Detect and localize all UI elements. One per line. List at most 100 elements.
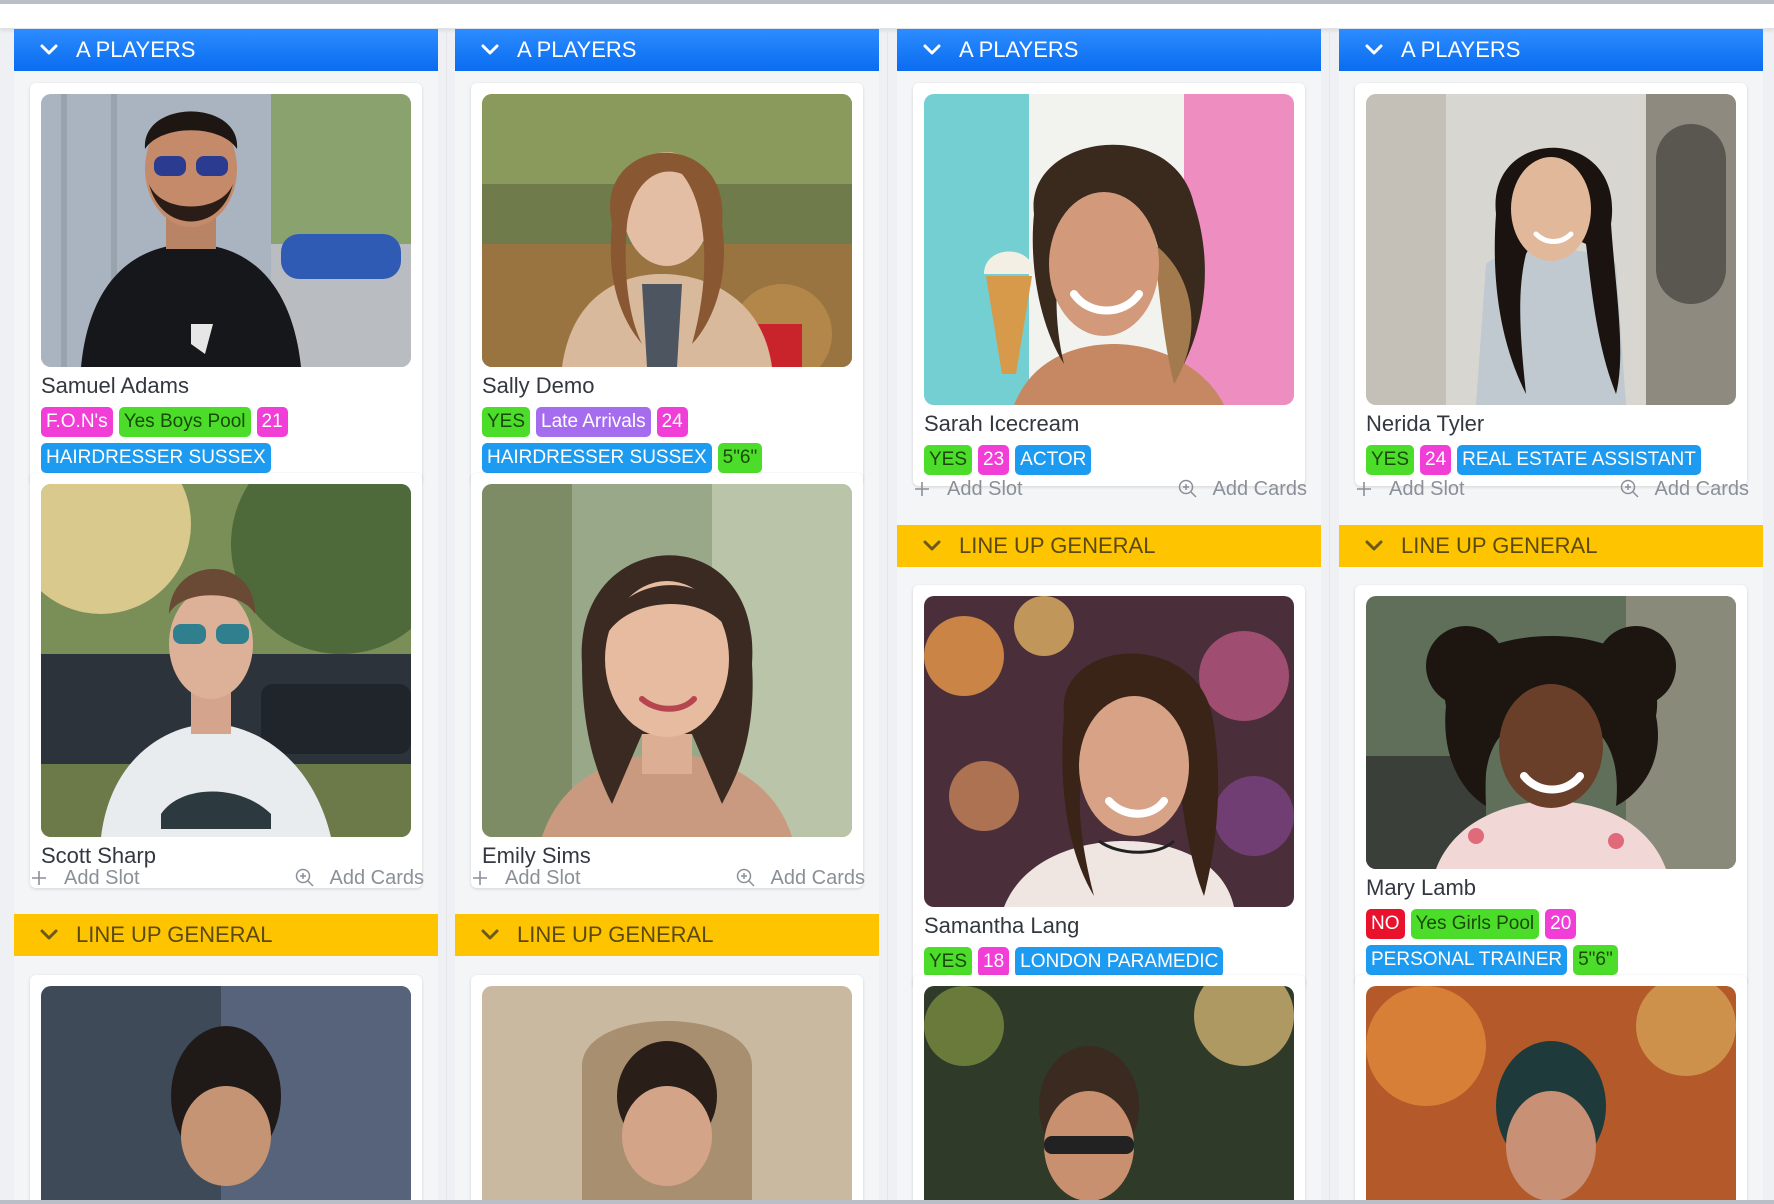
- group-header-a-players[interactable]: A PLAYERS: [897, 29, 1321, 71]
- tag[interactable]: HAIRDRESSER SUSSEX: [482, 443, 712, 473]
- player-photo: [41, 484, 411, 837]
- add-slot-button[interactable]: Add Slot: [911, 478, 1023, 501]
- group-title: LINE UP GENERAL: [517, 922, 714, 947]
- chevron-down-icon[interactable]: [479, 39, 501, 61]
- tag[interactable]: 24: [656, 407, 688, 437]
- player-card[interactable]: Nerida Tyler YES 24 REAL ESTATE ASSISTAN…: [1355, 83, 1747, 486]
- group-header-a-players[interactable]: A PLAYERS: [14, 29, 438, 71]
- player-photo: [924, 596, 1294, 907]
- tag[interactable]: 20: [1545, 909, 1577, 939]
- player-card[interactable]: Mary Lamb NO Yes Girls Pool 20 PERSONAL …: [1355, 585, 1747, 986]
- add-cards-button[interactable]: Add Cards: [294, 866, 425, 890]
- player-name: Nerida Tyler: [1366, 411, 1485, 436]
- group-title: LINE UP GENERAL: [959, 533, 1156, 558]
- tag[interactable]: 5"6": [1573, 945, 1618, 975]
- group-header-line-up-general[interactable]: LINE UP GENERAL: [1339, 525, 1763, 567]
- player-photo: [1366, 94, 1736, 405]
- chevron-down-icon[interactable]: [921, 535, 943, 557]
- group-header-line-up-general[interactable]: LINE UP GENERAL: [897, 525, 1321, 567]
- tag[interactable]: 5"6": [717, 443, 763, 473]
- zoom-in-icon: [294, 867, 316, 889]
- player-name: Sarah Icecream: [924, 411, 1080, 436]
- group-title: A PLAYERS: [1401, 37, 1521, 62]
- chevron-down-icon[interactable]: [921, 39, 943, 61]
- chevron-down-icon[interactable]: [38, 924, 60, 946]
- add-slot-label: Add Slot: [947, 477, 1023, 500]
- group-header-line-up-general[interactable]: LINE UP GENERAL: [14, 914, 438, 956]
- player-card[interactable]: [1355, 975, 1747, 1200]
- tag-list: NO Yes Girls Pool 20 PERSONAL TRAINER 5"…: [1366, 909, 1736, 975]
- add-cards-button[interactable]: Add Cards: [1619, 477, 1750, 501]
- player-card[interactable]: Sarah Icecream YES 23 ACTOR: [913, 83, 1305, 486]
- add-cards-label: Add Cards: [770, 866, 866, 889]
- top-bar: [0, 4, 1774, 29]
- tag[interactable]: HAIRDRESSER SUSSEX: [41, 443, 271, 473]
- chevron-down-icon[interactable]: [479, 924, 501, 946]
- column-actions: Add Slot Add Cards: [897, 469, 1321, 509]
- player-name: Sally Demo: [482, 373, 595, 398]
- column-divider: [1329, 29, 1330, 1200]
- player-card[interactable]: Samuel Adams F.O.N's Yes Boys Pool 21 HA…: [30, 83, 422, 484]
- tag[interactable]: F.O.N's: [41, 407, 113, 437]
- player-photo: [41, 94, 411, 367]
- group-title: LINE UP GENERAL: [1401, 533, 1598, 558]
- add-slot-button[interactable]: Add Slot: [1353, 478, 1465, 501]
- tag[interactable]: 18: [978, 947, 1010, 977]
- board-column-3: A PLAYERS Sarah Icecream YES 23 ACTOR Ad…: [897, 29, 1321, 1200]
- tag[interactable]: Yes Girls Pool: [1410, 909, 1540, 939]
- plus-icon: [911, 478, 933, 500]
- add-cards-label: Add Cards: [329, 866, 425, 889]
- player-name: Samuel Adams: [41, 373, 189, 398]
- player-card[interactable]: Sally Demo YES Late Arrivals 24 HAIRDRES…: [471, 83, 863, 484]
- player-photo: [1366, 596, 1736, 869]
- tag[interactable]: Late Arrivals: [536, 407, 651, 437]
- column-actions: Add Slot Add Cards: [14, 858, 438, 898]
- player-photo: [482, 94, 852, 367]
- player-card[interactable]: Samantha Lang YES 18 LONDON PARAMEDIC: [913, 585, 1305, 988]
- column-actions: Add Slot Add Cards: [455, 858, 879, 898]
- group-header-a-players[interactable]: A PLAYERS: [1339, 29, 1763, 71]
- player-photo: [924, 94, 1294, 405]
- player-card[interactable]: [913, 975, 1305, 1200]
- tag[interactable]: NO: [1366, 909, 1405, 939]
- player-card[interactable]: Emily Sims: [471, 473, 863, 888]
- chevron-down-icon[interactable]: [38, 39, 60, 61]
- tag[interactable]: Yes Boys Pool: [118, 407, 251, 437]
- board-column-4: A PLAYERS Nerida Tyler YES 24 REAL ESTAT…: [1339, 29, 1763, 1200]
- tag-list: F.O.N's Yes Boys Pool 21 HAIRDRESSER SUS…: [41, 407, 411, 473]
- plus-icon: [1353, 478, 1375, 500]
- add-slot-button[interactable]: Add Slot: [469, 867, 581, 890]
- player-card[interactable]: Scott Sharp: [30, 473, 422, 888]
- player-photo: [1366, 986, 1736, 1200]
- add-slot-label: Add Slot: [64, 866, 140, 889]
- add-cards-label: Add Cards: [1654, 477, 1750, 500]
- tag[interactable]: YES: [924, 947, 973, 977]
- group-title: A PLAYERS: [959, 37, 1079, 62]
- tag-list: YES 18 LONDON PARAMEDIC: [924, 947, 1294, 977]
- group-header-a-players[interactable]: A PLAYERS: [455, 29, 879, 71]
- tag[interactable]: LONDON PARAMEDIC: [1015, 947, 1224, 977]
- tag[interactable]: PERSONAL TRAINER: [1366, 945, 1568, 975]
- player-name: Samantha Lang: [924, 913, 1080, 938]
- chevron-down-icon[interactable]: [1363, 39, 1385, 61]
- add-cards-label: Add Cards: [1212, 477, 1308, 500]
- tag[interactable]: YES: [482, 407, 531, 437]
- player-photo: [482, 484, 852, 837]
- add-cards-button[interactable]: Add Cards: [735, 866, 866, 890]
- add-cards-button[interactable]: Add Cards: [1177, 477, 1308, 501]
- board-column-1: A PLAYERS Samuel Adams F.O.N's Yes Boys …: [14, 29, 438, 1200]
- player-card[interactable]: [30, 975, 422, 1200]
- chevron-down-icon[interactable]: [1363, 535, 1385, 557]
- add-slot-label: Add Slot: [505, 866, 581, 889]
- player-card[interactable]: [471, 975, 863, 1200]
- player-photo: [41, 986, 411, 1200]
- add-slot-label: Add Slot: [1389, 477, 1465, 500]
- group-header-line-up-general[interactable]: LINE UP GENERAL: [455, 914, 879, 956]
- plus-icon: [469, 867, 491, 889]
- player-name: Mary Lamb: [1366, 875, 1477, 900]
- column-divider: [887, 29, 888, 1200]
- group-title: LINE UP GENERAL: [76, 922, 273, 947]
- add-slot-button[interactable]: Add Slot: [28, 867, 140, 890]
- tag[interactable]: 21: [256, 407, 288, 437]
- column-actions: Add Slot Add Cards: [1339, 469, 1763, 509]
